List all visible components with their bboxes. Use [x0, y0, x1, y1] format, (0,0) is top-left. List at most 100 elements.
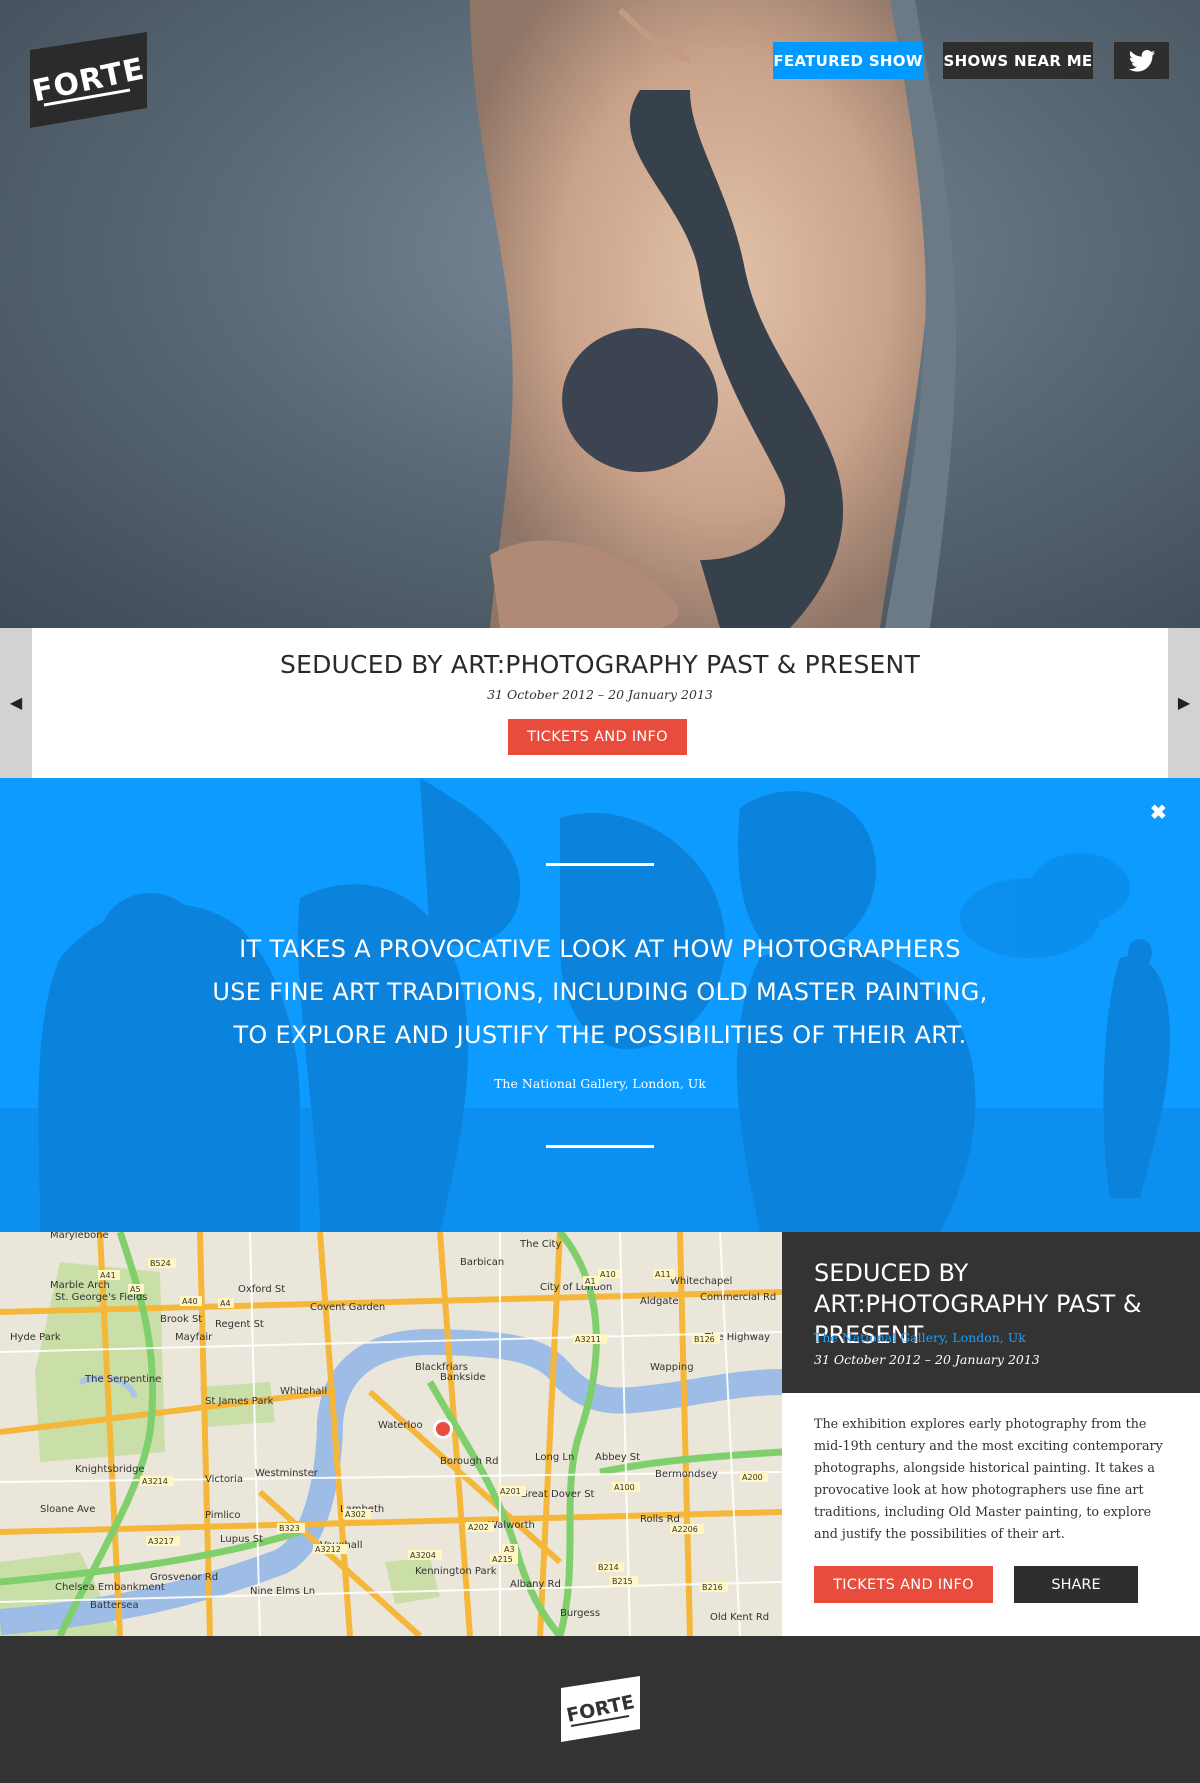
- location-map[interactable]: Marylebone Barbican The City Whitechapel Mar…: [0, 1232, 782, 1636]
- quote-text: IT TAKES A PROVOCATIVE LOOK AT HOW PHOTO…: [0, 928, 1200, 1057]
- map-label: Marble Arch: [50, 1280, 110, 1291]
- map-label: Long Ln: [535, 1452, 574, 1463]
- road-label: A10: [600, 1270, 616, 1279]
- road-label: B214: [598, 1563, 619, 1572]
- map-label: Rolls Rd: [640, 1514, 680, 1525]
- road-label: A3: [504, 1545, 515, 1554]
- map-label: Walworth: [488, 1520, 535, 1531]
- road-label: A3204: [410, 1551, 436, 1560]
- road-label: A302: [345, 1510, 366, 1519]
- slide-title: SEDUCED BY ART:PHOTOGRAPHY PAST & PRESEN…: [280, 650, 920, 679]
- road-label: A201: [500, 1487, 521, 1496]
- road-label: A2206: [672, 1525, 698, 1534]
- map-label: Knightsbridge: [75, 1464, 145, 1475]
- road-label: A215: [492, 1555, 513, 1564]
- map-label: The Serpentine: [84, 1374, 161, 1385]
- road-label: A3214: [142, 1477, 168, 1486]
- road-label: A3212: [315, 1545, 341, 1554]
- event-description: The exhibition explores early photograph…: [814, 1416, 1163, 1541]
- quote-bottom-rule: [546, 1145, 654, 1148]
- road-label: A3211: [575, 1335, 601, 1344]
- map-label: The City: [519, 1239, 561, 1250]
- triangle-right-icon: ▶: [1177, 695, 1191, 712]
- quote-section: ✖ IT TAKES A PROVOCATIVE LOOK AT HOW PHO…: [0, 778, 1200, 1232]
- tickets-and-info-button[interactable]: TICKETS AND INFO: [814, 1566, 993, 1603]
- map-label: Nine Elms Ln: [250, 1586, 315, 1597]
- map-label: Whitechapel: [670, 1276, 732, 1287]
- kennington-park-area: [385, 1557, 440, 1604]
- map-label: Whitehall: [280, 1386, 327, 1397]
- map-label: Brook St: [160, 1314, 202, 1325]
- map-label: Regent St: [215, 1319, 264, 1330]
- map-label: Barbican: [460, 1257, 504, 1268]
- quote-line: TO EXPLORE AND JUSTIFY THE POSSIBILITIES…: [233, 1021, 967, 1049]
- map-label: Burgess: [560, 1608, 600, 1619]
- shows-near-me-button[interactable]: SHOWS NEAR ME: [943, 42, 1093, 79]
- road-label: A100: [614, 1483, 635, 1492]
- quote-top-rule: [546, 863, 654, 866]
- map-label: Marylebone: [50, 1232, 109, 1241]
- map-label: City of London: [540, 1282, 612, 1293]
- featured-slide: ◀ SEDUCED BY ART:PHOTOGRAPHY PAST & PRES…: [0, 628, 1200, 778]
- forte-footer-logo[interactable]: FORTE: [561, 1676, 640, 1742]
- map-label: Oxford St: [238, 1284, 285, 1295]
- close-x-icon[interactable]: ✖: [1150, 800, 1167, 825]
- map-canvas: Marylebone Barbican The City Whitechapel Mar…: [0, 1232, 782, 1636]
- map-label: Kennington Park: [415, 1566, 497, 1577]
- next-slide-button[interactable]: ▶: [1168, 628, 1200, 778]
- map-label: Pimlico: [205, 1510, 241, 1521]
- map-label: Mayfair: [175, 1332, 213, 1343]
- event-info-header: SEDUCED BY ART:PHOTOGRAPHY PAST & PRESEN…: [782, 1232, 1200, 1393]
- map-label: Hyde Park: [10, 1332, 61, 1343]
- map-label: Lupus St: [220, 1534, 263, 1545]
- road-label: A3217: [148, 1537, 174, 1546]
- map-label: Great Dover St: [520, 1489, 595, 1500]
- road-label: A202: [468, 1523, 489, 1532]
- map-label: Sloane Ave: [40, 1504, 95, 1515]
- road-label: B216: [702, 1583, 723, 1592]
- share-button[interactable]: SHARE: [1014, 1566, 1138, 1603]
- tickets-and-info-button[interactable]: TICKETS AND INFO: [508, 719, 687, 755]
- road-label: A4: [220, 1299, 231, 1308]
- map-label: Bankside: [440, 1372, 486, 1383]
- map-label: Grosvenor Rd: [150, 1572, 218, 1583]
- event-venue-link[interactable]: The National Gallery, London, Uk: [814, 1330, 1026, 1345]
- map-label: Aldgate: [640, 1296, 679, 1307]
- map-pin-icon[interactable]: [433, 1419, 453, 1439]
- footer: FORTE: [0, 1636, 1200, 1783]
- map-label: Chelsea Embankment: [55, 1582, 165, 1593]
- map-label: Battersea: [90, 1600, 139, 1611]
- road-label: B215: [612, 1577, 633, 1586]
- quote-line: USE FINE ART TRADITIONS, INCLUDING OLD M…: [212, 978, 988, 1006]
- road-label: A40: [182, 1297, 198, 1306]
- slide-dates: 31 October 2012 – 20 January 2013: [487, 687, 713, 702]
- road-label: A200: [742, 1473, 763, 1482]
- map-label: Commercial Rd: [700, 1292, 776, 1303]
- forte-logo[interactable]: FORTE: [29, 32, 148, 128]
- map-label: Victoria: [205, 1474, 243, 1485]
- event-dates: 31 October 2012 – 20 January 2013: [814, 1352, 1040, 1367]
- map-label: Borough Rd: [440, 1456, 499, 1467]
- map-label: Westminster: [255, 1468, 319, 1479]
- twitter-button[interactable]: [1114, 42, 1169, 79]
- road-label: B524: [150, 1259, 171, 1268]
- map-label: Abbey St: [595, 1452, 640, 1463]
- map-label: St James Park: [205, 1396, 274, 1407]
- featured-show-button[interactable]: FEATURED SHOW: [773, 42, 923, 79]
- road-label: B323: [279, 1524, 300, 1533]
- map-label: Old Kent Rd: [710, 1612, 769, 1623]
- event-info-body: The exhibition explores early photograph…: [782, 1393, 1200, 1636]
- twitter-bird-icon: [1128, 49, 1155, 72]
- quote-line: IT TAKES A PROVOCATIVE LOOK AT HOW PHOTO…: [239, 935, 961, 963]
- hero-image: FORTE FEATURED SHOW SHOWS NEAR ME: [0, 0, 1200, 628]
- road-label: B126: [694, 1335, 715, 1344]
- road-label: A11: [655, 1270, 671, 1279]
- tattooed-back-photo: [470, 0, 956, 628]
- map-label: Covent Garden: [310, 1302, 385, 1313]
- map-label: Wapping: [650, 1362, 694, 1373]
- road-label: A1: [585, 1277, 596, 1286]
- map-label: Waterloo: [378, 1420, 423, 1431]
- map-label: Bermondsey: [655, 1469, 718, 1480]
- map-label: Albany Rd: [510, 1579, 561, 1590]
- road-label: A5: [130, 1285, 141, 1294]
